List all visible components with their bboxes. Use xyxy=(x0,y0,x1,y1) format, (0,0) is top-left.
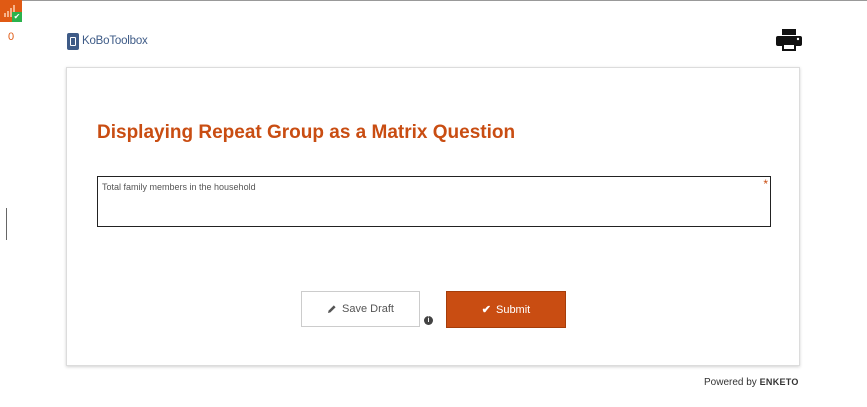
print-button[interactable] xyxy=(776,29,802,51)
offline-status-badge[interactable]: ✔ xyxy=(0,0,22,22)
form-title: Displaying Repeat Group as a Matrix Ques… xyxy=(97,122,516,143)
check-icon: ✔ xyxy=(12,12,22,22)
question-label: Total family members in the household xyxy=(102,182,256,192)
submit-button[interactable]: ✔ Submit xyxy=(446,291,566,328)
powered-by-text: Powered by xyxy=(704,377,757,388)
logo-text: KoBoToolbox xyxy=(82,35,148,47)
powered-by-footer: Powered by ENKETO xyxy=(704,377,799,388)
required-marker: * xyxy=(763,177,768,191)
queue-count: 0 xyxy=(8,31,15,43)
pencil-icon xyxy=(328,305,336,313)
print-icon xyxy=(776,29,802,51)
kobotoolbox-logo[interactable]: KoBoToolbox xyxy=(67,32,148,50)
question-total-family-members[interactable]: Total family members in the household * xyxy=(97,176,771,227)
submit-label: Submit xyxy=(495,303,531,316)
save-draft-label: Save Draft xyxy=(342,303,394,315)
info-icon[interactable]: i xyxy=(424,316,433,325)
text-cursor-marker xyxy=(6,208,7,240)
enketo-brand[interactable]: ENKETO xyxy=(760,377,799,387)
save-draft-button[interactable]: Save Draft xyxy=(301,291,420,327)
form-card: Displaying Repeat Group as a Matrix Ques… xyxy=(66,67,800,366)
top-border xyxy=(0,0,867,1)
checkmark-icon: ✔ xyxy=(481,304,491,316)
logo-icon xyxy=(67,32,79,50)
